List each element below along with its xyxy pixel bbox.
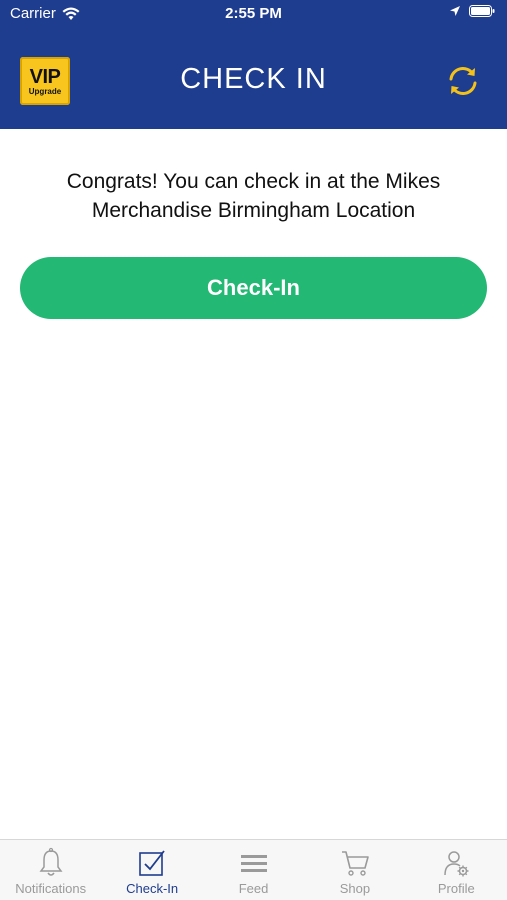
tab-label-shop: Shop — [339, 881, 371, 896]
profile-gear-icon — [444, 851, 469, 877]
tab-notifications[interactable]: Notifications — [0, 840, 101, 900]
status-right — [449, 5, 495, 17]
check-in-button[interactable]: Check-In — [20, 257, 487, 319]
header: Carrier 2:55 PM VIP Upgrade CHECK IN — [0, 0, 507, 129]
status-bar: Carrier 2:55 PM — [0, 0, 507, 28]
cart-icon — [341, 851, 369, 876]
list-icon — [240, 855, 267, 872]
tab-label-feed: Feed — [238, 881, 269, 896]
checkbox-icon — [139, 850, 165, 876]
page-title: CHECK IN — [180, 63, 327, 95]
tab-bar: Notifications Check-In Feed Shop Profile — [0, 839, 507, 900]
check-in-message: Congrats! You can check in at the Mikes … — [66, 170, 441, 222]
bell-icon — [39, 847, 63, 876]
tab-feed[interactable]: Feed — [203, 840, 304, 900]
tab-label-notifications: Notifications — [15, 881, 87, 896]
tab-check-in[interactable]: Check-In — [101, 840, 202, 900]
refresh-icon[interactable] — [445, 63, 481, 99]
location-arrow-icon — [450, 6, 460, 16]
tab-profile[interactable]: Profile — [406, 840, 507, 900]
nav-bar: VIP Upgrade CHECK IN — [0, 28, 507, 129]
status-time: 2:55 PM — [225, 5, 282, 22]
battery-icon — [469, 5, 495, 17]
check-in-screen: Carrier 2:55 PM VIP Upgrade CHECK IN Con… — [0, 0, 507, 900]
tab-shop[interactable]: Shop — [304, 840, 405, 900]
tab-label-profile: Profile — [437, 881, 475, 896]
tab-label-check-in: Check-In — [126, 881, 179, 896]
